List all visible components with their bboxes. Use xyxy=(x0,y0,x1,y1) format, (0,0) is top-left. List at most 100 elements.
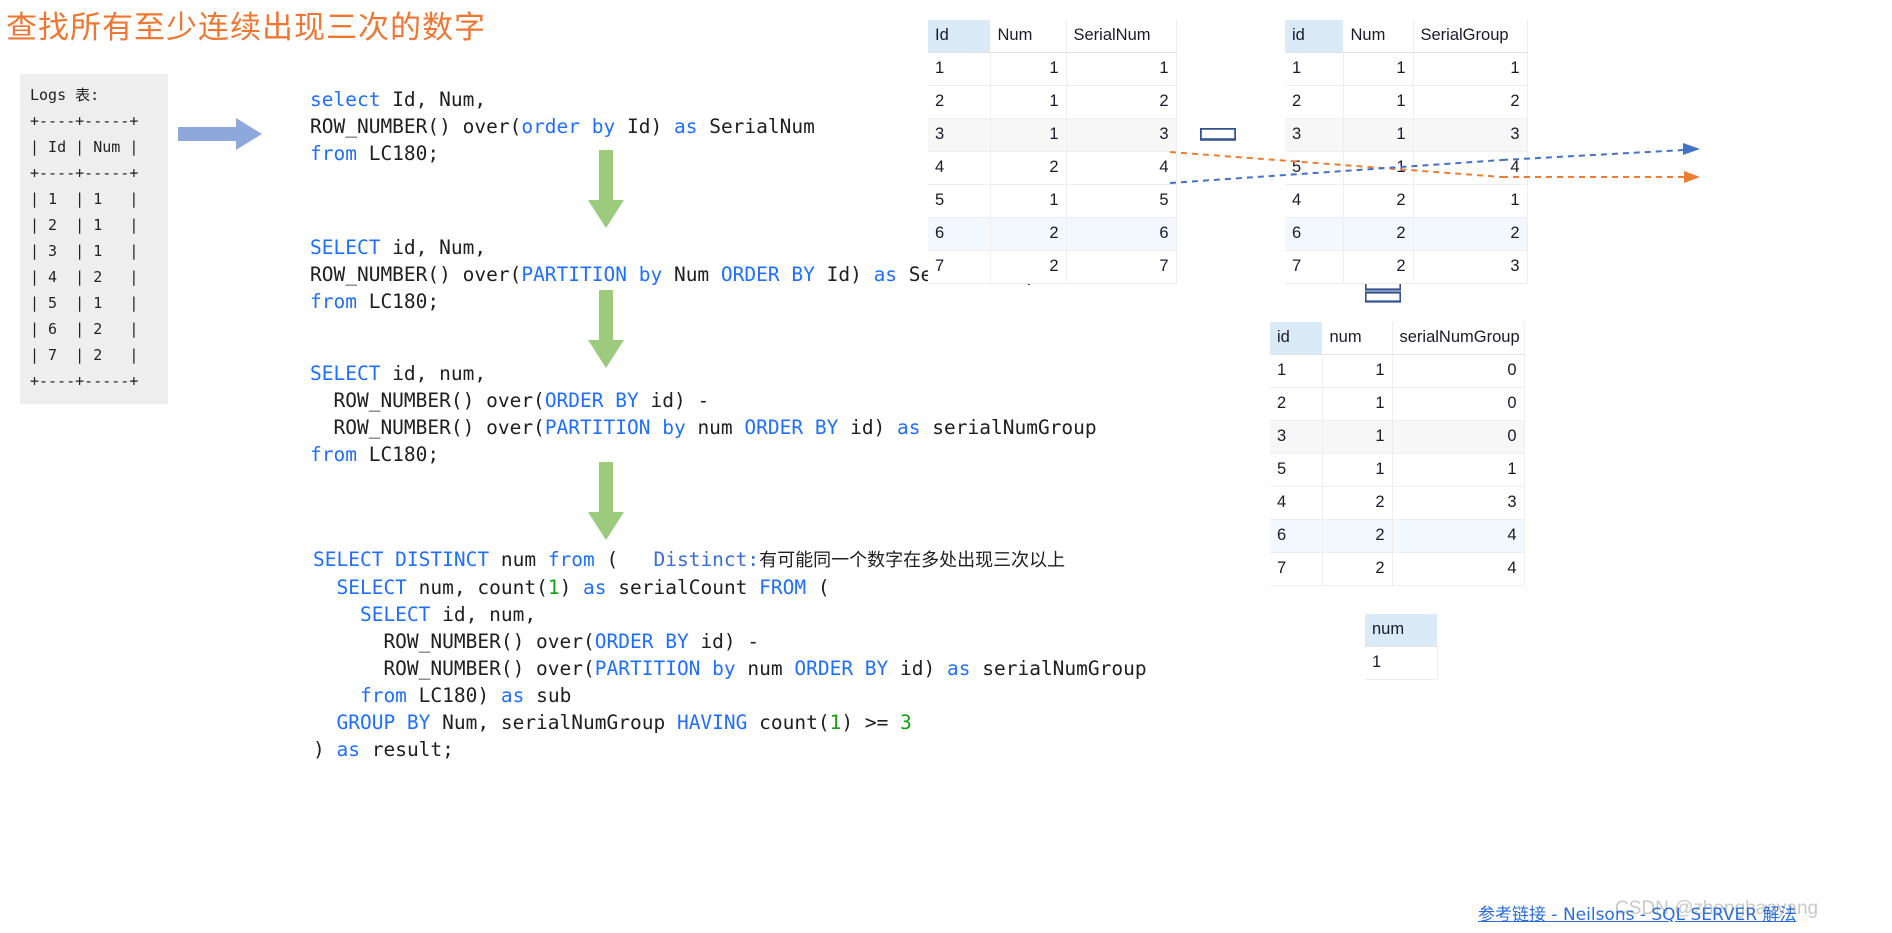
sql-text: ROW_NUMBER() over( xyxy=(313,630,595,653)
sql-line: SELECT num, count(1) as serialCount FROM… xyxy=(313,574,1147,601)
table-cell: 4 xyxy=(928,151,991,185)
column-header: Id xyxy=(928,20,991,53)
column-header: serialNumGroup xyxy=(1392,322,1525,355)
sql-line: SELECT DISTINCT num from ( Distinct:有可能同… xyxy=(313,546,1147,574)
sql-keyword: as xyxy=(500,684,537,707)
table-cell: 1 xyxy=(1413,52,1528,86)
table-cell: 1 xyxy=(1322,420,1393,454)
table-cell: 7 xyxy=(928,250,991,284)
table-cell: 4 xyxy=(1270,486,1323,520)
table-row: 313 xyxy=(1285,118,1528,152)
table-cell: 1 xyxy=(1343,52,1414,86)
grid-serialnum: Id Num SerialNum 111212313424515626727 xyxy=(928,20,1177,284)
sql-text: serialCount xyxy=(618,576,760,599)
table-row: 622 xyxy=(1285,217,1528,251)
table-cell: 1 xyxy=(1322,453,1393,487)
grid-result-body: 1 xyxy=(1365,646,1438,680)
sql-text: Id) xyxy=(627,115,674,138)
sql-text: count( xyxy=(759,711,830,734)
sql-block-1: select Id, Num, ROW_NUMBER() over(order b… xyxy=(310,86,815,167)
table-row: 424 xyxy=(928,151,1177,185)
sql-line: select Id, Num, xyxy=(310,86,815,113)
connector-arrowhead-blue xyxy=(1683,143,1700,155)
table-cell: 2 xyxy=(1322,519,1393,553)
table-row: 511 xyxy=(1270,453,1525,487)
table-cell: 5 xyxy=(1270,453,1323,487)
sql-text: ) xyxy=(313,738,337,761)
sql-keyword: HAVING xyxy=(676,711,760,734)
table-cell: 4 xyxy=(1066,151,1177,185)
table-cell: 2 xyxy=(1285,85,1344,119)
green-down-arrow-icon xyxy=(588,462,624,540)
table-cell: 0 xyxy=(1392,387,1525,421)
sql-text: num xyxy=(697,416,745,439)
table-cell: 1 xyxy=(928,52,991,86)
sql-keyword: GROUP BY xyxy=(313,711,443,734)
table-cell: 2 xyxy=(990,151,1067,185)
sql-line: ROW_NUMBER() over(PARTITION by num ORDER… xyxy=(310,414,1096,441)
table-row: 626 xyxy=(928,217,1177,251)
table-row: 1 xyxy=(1365,646,1438,680)
sql-text: ROW_NUMBER() over( xyxy=(310,416,545,439)
table-cell: 2 xyxy=(990,250,1067,284)
table-cell: 0 xyxy=(1392,420,1525,454)
sql-text: sub xyxy=(536,684,572,707)
sql-text: id) - xyxy=(650,389,710,412)
sql-text: Num xyxy=(673,263,721,286)
sql-line: from LC180; xyxy=(310,441,1097,468)
green-down-arrow-icon xyxy=(588,290,624,368)
sql-keyword: PARTITION by xyxy=(521,263,674,286)
sql-comment: 有可能同一个数字在多处出现三次以上 xyxy=(759,550,1066,571)
sql-keyword: ORDER BY xyxy=(744,416,851,439)
sql-keyword: from xyxy=(310,142,369,165)
column-header: num xyxy=(1322,322,1393,355)
table-header-row: id num serialNumGroup xyxy=(1270,322,1525,355)
sql-text: num, count( xyxy=(418,576,548,599)
sql-line: ROW_NUMBER() over(ORDER BY id) - xyxy=(313,628,1147,655)
column-header: Num xyxy=(990,20,1067,53)
table-cell: 1 xyxy=(1365,646,1438,680)
sql-keyword: SELECT DISTINCT xyxy=(313,548,501,571)
table-cell: 1 xyxy=(1343,151,1414,185)
sql-keyword: from xyxy=(310,443,369,466)
single-bar-glyph-icon xyxy=(1200,128,1236,141)
sql-text: num xyxy=(747,657,795,680)
table-cell: 4 xyxy=(1392,519,1525,553)
table-row: 111 xyxy=(928,52,1177,86)
sql-keyword: ORDER BY xyxy=(544,389,651,412)
table-cell: 3 xyxy=(1285,118,1344,152)
sql-number: 3 xyxy=(900,711,912,734)
sql-text: id) xyxy=(900,657,947,680)
sql-number: 1 xyxy=(829,711,842,734)
sql-text: ROW_NUMBER() over( xyxy=(310,389,545,412)
table-cell: 6 xyxy=(1285,217,1344,251)
sql-text: ROW_NUMBER() over( xyxy=(310,263,522,286)
table-cell: 1 xyxy=(990,118,1067,152)
sql-line: ) as result; xyxy=(313,736,1147,763)
reference-link[interactable]: 参考链接 - Neilsons - SQL SERVER 解法 xyxy=(1478,900,1796,925)
sql-keyword: from xyxy=(547,548,607,571)
table-cell: 7 xyxy=(1066,250,1177,284)
sql-keyword: as xyxy=(583,576,619,599)
table-cell: 2 xyxy=(1413,217,1528,251)
table-row: 423 xyxy=(1270,486,1525,520)
grid-result: num 1 xyxy=(1365,614,1438,680)
table-cell: 3 xyxy=(1413,118,1528,152)
sql-keyword: as xyxy=(336,738,372,761)
grid-serialgroup-body: 111212313514421622723 xyxy=(1285,52,1528,284)
table-row: 724 xyxy=(1270,552,1525,586)
sql-number: 1 xyxy=(547,576,560,599)
table-header-row: num xyxy=(1365,614,1438,647)
sql-line: from LC180) as sub xyxy=(313,682,1147,709)
sql-keyword: ORDER BY xyxy=(594,630,701,653)
sql-keyword: PARTITION by xyxy=(594,657,748,680)
sql-text: ( xyxy=(606,548,654,571)
sql-line: ROW_NUMBER() over(order by Id) as Serial… xyxy=(310,113,815,140)
table-row: 212 xyxy=(1285,85,1528,119)
sql-text: id, num, xyxy=(392,362,487,385)
sql-keyword: as xyxy=(897,416,933,439)
column-header: id xyxy=(1285,20,1344,53)
table-cell: 3 xyxy=(1392,486,1525,520)
sql-line: from LC180; xyxy=(310,140,815,167)
logs-ascii-table: Logs 表: +----+-----+ | Id | Num | +----+… xyxy=(20,74,168,404)
